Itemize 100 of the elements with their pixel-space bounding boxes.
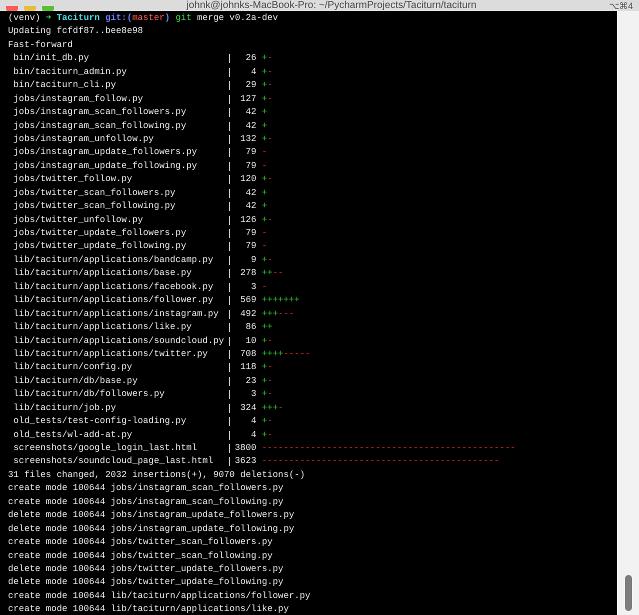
deletions-graph: -: [267, 52, 273, 66]
insertions-graph: +++: [262, 308, 278, 321]
change-count: 26: [244, 52, 256, 66]
insertions-graph: +: [262, 361, 268, 374]
change-count: 492: [239, 308, 256, 321]
change-count: 324: [239, 402, 256, 415]
deletions-graph: -: [267, 334, 273, 348]
insertions-graph: +: [262, 92, 268, 106]
change-count: 118: [239, 361, 256, 374]
file-path: lib/taciturn/db/base.py: [12, 374, 139, 388]
change-count: 42: [244, 106, 256, 120]
deletions-graph: -: [267, 415, 273, 428]
file-path: lib/taciturn/config.py: [12, 361, 134, 374]
deletions-graph: -: [267, 428, 273, 442]
deletions-graph: -----: [283, 348, 310, 361]
change-count: 708: [239, 348, 256, 361]
change-count: 278: [239, 267, 256, 280]
file-path: lib/taciturn/applications/facebook.py: [12, 280, 214, 294]
insertions-graph: ++: [262, 267, 273, 280]
insertions-graph: +: [262, 214, 268, 227]
file-path: jobs/twitter_scan_following.py: [12, 200, 176, 214]
change-count: 79: [244, 160, 256, 173]
file-path: jobs/twitter_follow.py: [12, 173, 134, 186]
deletions-graph: -: [262, 160, 268, 173]
file-path: lib/taciturn/applications/instagram.py: [12, 308, 220, 321]
deletions-graph: -: [267, 388, 273, 402]
file-path: bin/taciturn_admin.py: [12, 66, 128, 79]
change-count: 4: [250, 66, 256, 79]
summary-line: 31 files changed, 2032 insertions(+), 9070 deletions(-): [8, 468, 306, 482]
deletions-graph: ---: [278, 308, 294, 321]
change-count: 126: [239, 214, 256, 227]
output-line: Updating fcfdf87..bee8e98: [8, 25, 144, 38]
output-line: create mode 100644 lib/taciturn/applications/like.py: [8, 603, 289, 615]
file-path: jobs/instagram_scan_following.py: [12, 120, 188, 132]
deletions-graph: -: [267, 254, 273, 267]
change-count: 79: [244, 227, 256, 240]
change-count: 23: [244, 374, 256, 388]
window-title: johnk@johnks-MacBook-Pro: ~/PycharmProjects/Taciturn/taciturn: [186, 1, 476, 11]
insertions-graph: +++: [262, 402, 278, 415]
insertions-graph: +: [262, 388, 268, 402]
deletions-graph: -: [267, 214, 273, 227]
file-path: jobs/twitter_update_followers.py: [12, 227, 188, 240]
file-path: lib/taciturn/applications/soundcloud.py: [12, 334, 226, 348]
deletions-graph: -: [262, 280, 268, 294]
insertions-graph: +: [262, 173, 268, 186]
file-path: lib/taciturn/applications/base.py: [12, 267, 193, 280]
virtualenv-label: (venv): [8, 12, 40, 25]
change-count: 4: [250, 428, 256, 442]
insertions-graph: ++: [262, 321, 273, 334]
change-count: 4: [250, 415, 256, 428]
change-count: 3: [250, 388, 256, 402]
insertions-graph: ++++: [262, 348, 284, 361]
insertions-graph: +: [262, 79, 268, 92]
command-arguments: merge v0.2a-dev: [197, 12, 278, 25]
prompt-arrow: ➜: [46, 12, 52, 25]
file-path: jobs/instagram_unfollow.py: [12, 132, 155, 146]
change-count: 3623: [234, 455, 256, 468]
output-line: create mode 100644 jobs/twitter_scan_followers.py: [8, 536, 273, 550]
output-line: create mode 100644 jobs/instagram_scan_followers.py: [8, 482, 284, 496]
change-count: 42: [244, 120, 256, 132]
file-path: lib/taciturn/applications/twitter.py: [12, 348, 209, 361]
deletions-graph: -: [262, 240, 268, 254]
change-count: 127: [239, 92, 256, 106]
output-line: create mode 100644 jobs/twitter_scan_following.py: [8, 550, 273, 562]
insertions-graph: +: [262, 334, 268, 348]
file-path: old_tests/wl-add-at.py: [12, 428, 134, 442]
command-name: git: [175, 12, 192, 25]
output-line: delete mode 100644 jobs/twitter_update_following.py: [8, 576, 284, 590]
file-path: jobs/instagram_update_following.py: [12, 160, 198, 173]
file-path: jobs/instagram_follow.py: [12, 92, 144, 106]
file-path: screenshots/google_login_last.html: [12, 442, 198, 455]
insertions-graph: +++++++: [262, 294, 300, 308]
insertions-graph: +: [262, 66, 268, 79]
deletions-graph: -: [267, 132, 273, 146]
change-count: 132: [239, 132, 256, 146]
deletions-graph: --: [272, 267, 284, 280]
insertions-graph: +: [262, 428, 268, 442]
change-count: 3: [250, 280, 256, 294]
file-path: lib/taciturn/job.py: [12, 402, 118, 415]
change-count: 3800: [234, 442, 256, 455]
deletions-graph: -: [278, 402, 284, 415]
git-prefix: git:(: [105, 12, 132, 25]
deletions-graph: -: [267, 374, 273, 388]
deletions-graph: -: [267, 79, 273, 92]
file-path: bin/init_db.py: [12, 52, 90, 66]
deletions-graph: -: [267, 173, 273, 186]
file-path: lib/taciturn/db/followers.py: [12, 388, 166, 402]
file-path: old_tests/test-config-loading.py: [12, 415, 188, 428]
file-path: lib/taciturn/applications/like.py: [12, 321, 193, 334]
file-path: bin/taciturn_cli.py: [12, 79, 118, 92]
change-count: 42: [244, 186, 256, 200]
deletions-graph: -: [267, 66, 273, 79]
insertions-graph: +: [262, 52, 268, 66]
scrollbar-thumb[interactable]: [624, 575, 632, 611]
change-count: 86: [244, 321, 256, 334]
branch-name: master: [132, 12, 165, 25]
insertions-graph: +: [262, 254, 268, 267]
insertions-graph: +: [262, 200, 268, 214]
insertions-graph: +: [262, 415, 268, 428]
output-line: create mode 100644 jobs/instagram_scan_following.py: [8, 496, 284, 509]
